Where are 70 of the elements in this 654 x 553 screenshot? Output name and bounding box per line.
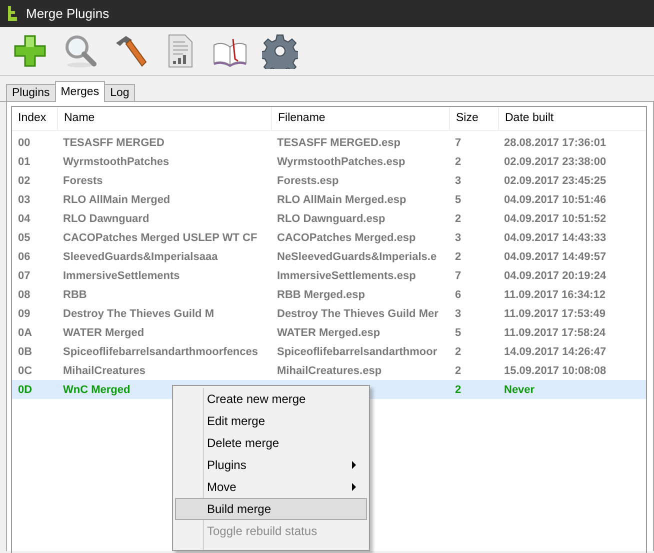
table-cell-text: 5 [454, 194, 462, 206]
table-cell-text: WATER Merged.esp [276, 326, 382, 338]
table-cell-text: ImmersiveSettlements.esp [276, 270, 417, 282]
table-cell-text: NeSleevedGuards&Imperials.e [276, 250, 438, 262]
table-cell-text: 11.09.2017 16:34:12 [503, 288, 607, 300]
table-cell-text: 11.09.2017 17:53:49 [503, 308, 607, 320]
table-cell-text: 3 [454, 232, 462, 244]
table-cell-text: RLO Dawnguard [62, 212, 150, 224]
table-cell-text: WyrmstoothPatches [62, 156, 170, 168]
table-cell-text: WnC Merged [62, 384, 132, 396]
table-cell-text: 02.09.2017 23:38:00 [503, 156, 608, 168]
table-cell-text: 04.09.2017 14:43:33 [503, 232, 608, 244]
table-cell-text: WyrmstoothPatches.esp [276, 156, 406, 168]
table-cell-text: CACOPatches Merged.esp [276, 232, 417, 244]
table-cell-text: 3 [454, 174, 462, 186]
table-cell-text: 00 [17, 136, 32, 148]
table-cell-text: RLO Dawnguard.esp [276, 212, 386, 224]
window-title: Merge Plugins [26, 6, 110, 21]
table-cell-text: RLO AllMain Merged [62, 194, 172, 206]
table-cell-text: 01 [17, 156, 32, 168]
table-cell-text: 11.09.2017 17:58:24 [503, 326, 607, 338]
table-cell-text: 0D [17, 384, 34, 396]
table-cell-text: 04.09.2017 20:19:24 [503, 270, 608, 282]
table-cell-text: Spiceoflifebarrelsandarthmoorfences [62, 346, 260, 358]
table-cell-text: 15.09.2017 10:08:08 [503, 364, 608, 376]
table-cell-text: Spiceoflifebarrelsandarthmoor [276, 346, 438, 358]
table-cell-text: 2 [454, 250, 462, 262]
table-cell-text: 02 [17, 174, 32, 186]
table-cell-text: 09 [17, 308, 32, 320]
table-cell-text: 0A [17, 326, 34, 338]
table-cell-text: MihailCreatures [62, 364, 147, 376]
table-cell-text: 03 [17, 194, 32, 206]
table-cell-text: CACOPatches Merged USLEP WT CF [62, 232, 258, 244]
table-cell-text: 2 [454, 384, 462, 396]
table-cell-text: WATER Merged [62, 326, 146, 338]
table-cell-text: 06 [17, 250, 32, 262]
table-cell-text: TESASFF MERGED [62, 136, 166, 148]
table-cell-text: 6 [454, 288, 462, 300]
table-cell-text: Never [503, 384, 536, 396]
table-cell-text: 04.09.2017 10:51:52 [503, 212, 608, 224]
table-cell-text: 02.09.2017 23:45:25 [503, 174, 608, 186]
table-cell-text: 7 [454, 270, 462, 282]
table-cell-text: 14.09.2017 14:26:47 [503, 346, 608, 358]
table-cell-text: RLO AllMain Merged.esp [276, 194, 408, 206]
table-cell-text: 28.08.2017 17:36:01 [503, 136, 608, 148]
table-cell-text: 05 [17, 232, 32, 244]
table-cell-text: 04.09.2017 14:49:57 [503, 250, 608, 262]
table-cell-text: SleevedGuards&Imperialsaaa [62, 250, 219, 262]
table-cell-text: 3 [454, 308, 462, 320]
table-cell-text: 7 [454, 136, 462, 148]
table-cell-text: 04.09.2017 10:51:46 [503, 194, 608, 206]
table-cell-text: 2 [454, 156, 462, 168]
table-cell-text: ImmersiveSettlements [62, 270, 181, 282]
table-cell-text: Destroy The Thieves Guild Mer [276, 308, 440, 320]
table-cell-text: 07 [17, 270, 32, 282]
table-cell-text: Forests.esp [276, 174, 340, 186]
table-cell-text: 2 [454, 346, 462, 358]
table-cell-text: 2 [454, 212, 462, 224]
table-cell-text: 5 [454, 326, 462, 338]
table-cell-text: 0B [17, 346, 34, 358]
table-cell-text: Forests [62, 174, 104, 186]
table-cell-text: 2 [454, 364, 462, 376]
table-cell-text: 08 [17, 288, 32, 300]
table-cell-text: RBB Merged.esp [276, 288, 366, 300]
table-cell-text: TESASFF MERGED.esp [276, 136, 402, 148]
table-cell-text: RBB [62, 288, 88, 300]
table-cell-text: MihailCreatures.esp [276, 364, 383, 376]
table-cell-text: 0C [17, 364, 34, 376]
table-cell-text: Destroy The Thieves Guild M [62, 308, 215, 320]
table-cell-text: 04 [17, 212, 32, 224]
